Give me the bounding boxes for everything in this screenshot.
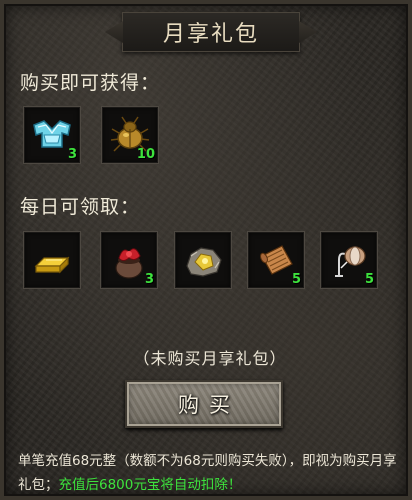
item-count: 3 (67, 147, 77, 162)
title-banner: 月享礼包 (122, 12, 300, 52)
monthly-pack-panel: 月享礼包 购买即可获得： 3 10 每日可领取： 3 5 5 （未购买月享礼包）… (0, 0, 412, 500)
item-count: 5 (364, 272, 374, 287)
gold-bar-icon (34, 256, 70, 274)
buy-button-label: 购买 (178, 393, 240, 417)
page-title: 月享礼包 (162, 22, 259, 47)
note-highlight: 充值后6800元宝将自动扣除！ (58, 477, 242, 493)
purchase-status-text: （未购买月享礼包） (133, 349, 287, 368)
item-slot-gold-ore[interactable] (174, 231, 232, 289)
item-slot-spool[interactable]: 5 (320, 231, 378, 289)
gold-ore-icon (186, 247, 222, 277)
item-slot-scroll[interactable]: 5 (247, 231, 305, 289)
item-slot-beetle[interactable]: 10 (101, 106, 159, 164)
item-count: 5 (291, 272, 301, 287)
purchase-note: 单笔充值68元整（数额不为68元则购买失败），即视为购买月享礼包；充值后6800… (18, 449, 404, 497)
item-slot-treasure-pot[interactable]: 3 (100, 231, 158, 289)
item-count: 3 (144, 272, 154, 287)
buy-button[interactable]: 购买 (125, 380, 283, 428)
item-count: 10 (136, 147, 155, 162)
purchase-reward-label: 购买即可获得： (20, 72, 161, 94)
item-slot-armor[interactable]: 3 (23, 106, 81, 164)
item-slot-gold-bar[interactable] (23, 231, 81, 289)
daily-reward-label: 每日可领取： (20, 196, 141, 218)
